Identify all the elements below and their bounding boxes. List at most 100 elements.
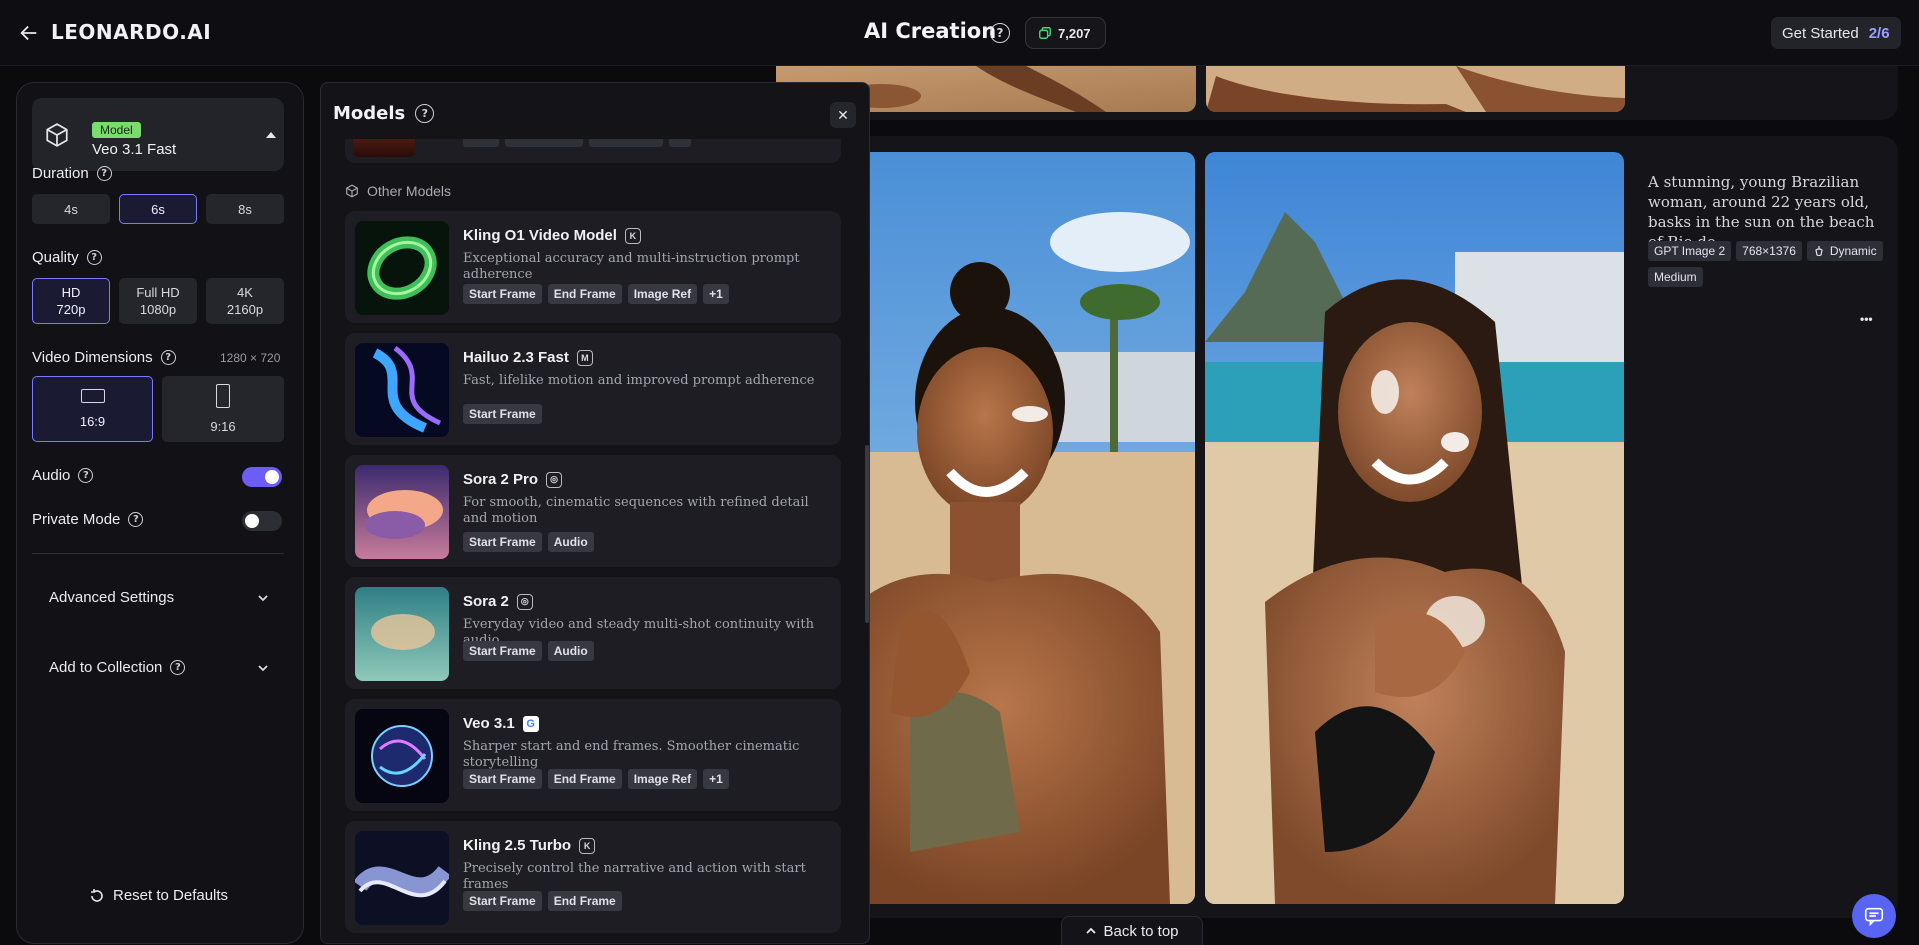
quality-hd[interactable]: HD 720p	[32, 278, 110, 324]
model-tags: Start Frame Audio	[463, 641, 594, 661]
chat-support-button[interactable]	[1852, 894, 1896, 938]
quality-4k[interactable]: 4K 2160p	[206, 278, 284, 324]
private-mode-label: Private Mode ?	[32, 511, 144, 528]
minimax-icon: M	[576, 349, 593, 366]
quality-label: Quality ?	[32, 249, 102, 266]
cube-icon	[46, 123, 68, 147]
tag: End Frame	[547, 284, 622, 304]
get-started-button[interactable]: Get Started 2/6	[1771, 17, 1901, 49]
model-description: For smooth, cinematic sequences with ref…	[463, 495, 809, 526]
landscape-icon	[80, 388, 105, 403]
model-item-hailuo-2-3-fast[interactable]: Hailuo 2.3 Fast M Fast, lifelike motion a…	[345, 333, 841, 445]
help-icon[interactable]: ?	[990, 23, 1010, 43]
advanced-settings-toggle[interactable]: Advanced Settings	[49, 589, 269, 606]
previous-image-3[interactable]	[1206, 66, 1625, 112]
tag-fragment	[589, 139, 663, 147]
duration-4s[interactable]: 4s	[32, 194, 110, 224]
generated-image-2[interactable]	[1205, 152, 1624, 904]
chevron-down-icon	[258, 594, 268, 601]
model-selector[interactable]: Model Veo 3.1 Fast	[32, 98, 284, 171]
private-mode-toggle[interactable]	[242, 511, 282, 531]
kling-icon: K	[624, 227, 641, 244]
divider	[32, 553, 284, 554]
meta-style-label: Dynamic	[1829, 244, 1877, 258]
audio-label: Audio ?	[32, 467, 94, 484]
add-to-collection-toggle[interactable]: Add to Collection ?	[49, 659, 269, 676]
quality-name: HD	[61, 285, 81, 300]
image-prompt[interactable]: A stunning, young Brazilian woman, aroun…	[1648, 172, 1888, 252]
advanced-settings-label: Advanced Settings	[49, 589, 175, 606]
duration-label-text: Duration	[32, 165, 89, 182]
close-button[interactable]: ✕	[830, 102, 856, 128]
models-scrollbar[interactable]	[865, 445, 869, 623]
more-options-icon[interactable]: •••	[1860, 312, 1873, 326]
back-to-top-label: Back to top	[1103, 922, 1179, 940]
openai-icon: ◎	[516, 593, 533, 610]
toggle-knob	[265, 470, 279, 484]
model-thumbnail	[353, 139, 415, 157]
help-icon[interactable]: ?	[128, 512, 144, 527]
kling-icon: K	[579, 837, 596, 854]
model-name: Sora 2 Pro	[463, 471, 539, 488]
model-description: Fast, lifelike motion and improved promp…	[463, 373, 815, 388]
quality-res: 1080p	[139, 302, 177, 317]
reset-icon	[91, 888, 103, 902]
chevron-down-icon	[258, 664, 268, 671]
audio-toggle[interactable]	[242, 467, 282, 487]
other-models-heading: Other Models	[345, 183, 451, 199]
style-icon	[1815, 246, 1823, 257]
model-item-veo-3-1[interactable]: Veo 3.1 G Sharper start and end frames. S…	[345, 699, 841, 811]
tag-fragment	[505, 139, 583, 147]
model-item-sora-2-pro[interactable]: Sora 2 Pro ◎ For smooth, cinematic sequen…	[345, 455, 841, 567]
models-panel-title: Models ?	[333, 103, 435, 124]
settings-panel: Model Veo 3.1 Fast Duration ? 4s 6s 8s Q…	[16, 82, 304, 944]
help-icon[interactable]: ?	[78, 468, 94, 483]
tag: Image Ref	[627, 769, 698, 789]
private-mode-label-text: Private Mode	[32, 511, 121, 528]
model-item-kling-o1[interactable]: Kling O1 Video Model K Exceptional accura…	[345, 211, 841, 323]
brand-logo[interactable]: LEONARDO.AI	[51, 20, 211, 44]
tag: Audio	[547, 532, 594, 552]
help-icon[interactable]: ?	[170, 660, 186, 675]
google-icon: G	[522, 715, 539, 732]
help-icon[interactable]: ?	[160, 350, 176, 365]
reset-to-defaults-button[interactable]: Reset to Defaults	[89, 887, 228, 904]
tag: Image Ref	[627, 284, 698, 304]
tag: Audio	[547, 641, 594, 661]
ratio-16-9[interactable]: 16:9	[32, 376, 153, 442]
add-to-collection-group: Add to Collection ?	[49, 659, 186, 676]
help-icon[interactable]: ?	[86, 250, 102, 265]
back-arrow-icon[interactable]	[18, 22, 40, 44]
video-dimensions-label: Video Dimensions ?	[32, 349, 176, 366]
help-icon[interactable]: ?	[415, 104, 435, 123]
help-icon[interactable]: ?	[96, 166, 112, 181]
duration-8s[interactable]: 8s	[206, 194, 284, 224]
tag: Start Frame	[463, 769, 542, 789]
model-tags: Start Frame End Frame	[463, 891, 622, 911]
other-models-label: Other Models	[367, 183, 452, 199]
quality-res: 720p	[56, 302, 86, 317]
token-balance[interactable]: 7,207	[1025, 17, 1106, 49]
model-description: Sharper start and end frames. Smoother c…	[463, 739, 800, 770]
top-bar: LEONARDO.AI AI Creation ? 7,207 Get Star…	[0, 0, 1919, 66]
back-to-top-button[interactable]: Back to top	[1061, 916, 1203, 945]
model-description: Precisely control the narrative and acti…	[463, 861, 806, 892]
coins-icon	[1039, 27, 1051, 39]
duration-6s[interactable]: 6s	[119, 194, 197, 224]
previous-model-card[interactable]	[345, 139, 841, 163]
model-thumbnail	[355, 343, 449, 437]
quality-full-hd[interactable]: Full HD 1080p	[119, 278, 197, 324]
models-title-text: Models	[333, 103, 406, 124]
ratio-label: 9:16	[210, 418, 236, 434]
model-item-kling-2-5-turbo[interactable]: Kling 2.5 Turbo K Precisely control the n…	[345, 821, 841, 933]
model-tags: Start Frame	[463, 404, 542, 424]
model-tags: Start Frame End Frame Image Ref +1	[463, 284, 729, 304]
model-name: Kling 2.5 Turbo	[463, 837, 572, 854]
chevron-up-icon	[1086, 927, 1097, 934]
ratio-9-16[interactable]: 9:16	[162, 376, 284, 442]
model-item-sora-2[interactable]: Sora 2 ◎ Everyday video and steady multi-…	[345, 577, 841, 689]
dimensions-value: 1280 × 720	[220, 351, 281, 365]
tag-fragment	[463, 139, 499, 147]
model-thumbnail	[355, 465, 449, 559]
quality-label-text: Quality	[32, 249, 79, 266]
